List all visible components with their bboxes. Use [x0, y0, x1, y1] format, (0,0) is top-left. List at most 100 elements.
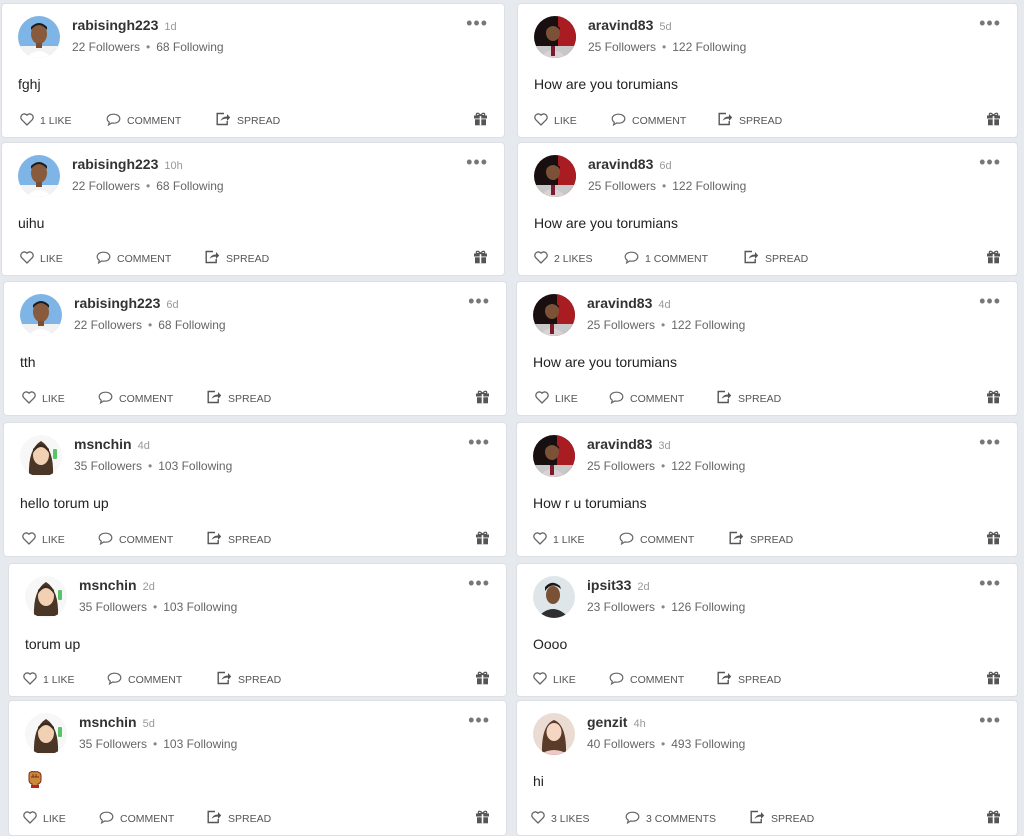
like-button[interactable]: 1 LIKE [23, 672, 75, 688]
following-count[interactable]: 103 Following [163, 737, 237, 751]
username-link[interactable]: msnchin [74, 436, 132, 452]
gift-icon[interactable] [986, 249, 1001, 267]
like-button[interactable]: 1 LIKE [533, 532, 585, 548]
username-link[interactable]: ipsit33 [587, 577, 631, 593]
followers-count[interactable]: 35 Followers [79, 600, 147, 614]
more-options-icon[interactable]: ••• [466, 153, 488, 171]
followers-count[interactable]: 35 Followers [79, 737, 147, 751]
comment-button[interactable]: COMMENT [611, 113, 686, 129]
more-options-icon[interactable]: ••• [979, 574, 1001, 592]
gift-icon[interactable] [986, 530, 1001, 548]
spread-button[interactable]: SPREAD [206, 810, 271, 827]
avatar[interactable] [18, 155, 60, 197]
comment-button[interactable]: COMMENT [609, 391, 684, 407]
followers-count[interactable]: 25 Followers [587, 459, 655, 473]
spread-button[interactable]: SPREAD [749, 810, 814, 827]
followers-count[interactable]: 25 Followers [587, 318, 655, 332]
avatar[interactable] [20, 294, 62, 336]
comment-button[interactable]: COMMENT [98, 391, 173, 407]
more-options-icon[interactable]: ••• [979, 711, 1001, 729]
username-link[interactable]: genzit [587, 714, 627, 730]
comment-button[interactable]: COMMENT [99, 811, 174, 827]
username-link[interactable]: msnchin [79, 714, 137, 730]
followers-count[interactable]: 22 Followers [72, 40, 140, 54]
following-count[interactable]: 122 Following [671, 459, 745, 473]
username-link[interactable]: aravind83 [587, 295, 652, 311]
comment-button[interactable]: COMMENT [107, 672, 182, 688]
following-count[interactable]: 68 Following [156, 179, 223, 193]
username-link[interactable]: aravind83 [588, 156, 653, 172]
gift-icon[interactable] [473, 249, 488, 267]
gift-icon[interactable] [475, 530, 490, 548]
gift-icon[interactable] [986, 670, 1001, 688]
comment-button[interactable]: COMMENT [96, 251, 171, 267]
avatar[interactable] [20, 435, 62, 477]
more-options-icon[interactable]: ••• [979, 292, 1001, 310]
avatar[interactable] [534, 155, 576, 197]
avatar[interactable] [533, 435, 575, 477]
comment-button[interactable]: 1 COMMENT [624, 251, 708, 267]
following-count[interactable]: 68 Following [158, 318, 225, 332]
gift-icon[interactable] [986, 111, 1001, 129]
like-button[interactable]: 1 LIKE [20, 113, 72, 129]
following-count[interactable]: 103 Following [158, 459, 232, 473]
more-options-icon[interactable]: ••• [979, 153, 1001, 171]
username-link[interactable]: rabisingh223 [72, 17, 158, 33]
followers-count[interactable]: 23 Followers [587, 600, 655, 614]
comment-button[interactable]: COMMENT [98, 532, 173, 548]
like-button[interactable]: 2 LIKES [534, 251, 593, 267]
like-button[interactable]: LIKE [535, 391, 578, 407]
avatar[interactable] [25, 713, 67, 755]
following-count[interactable]: 493 Following [671, 737, 745, 751]
following-count[interactable]: 126 Following [671, 600, 745, 614]
spread-button[interactable]: SPREAD [216, 671, 281, 688]
spread-button[interactable]: SPREAD [717, 112, 782, 129]
gift-icon[interactable] [475, 389, 490, 407]
more-options-icon[interactable]: ••• [468, 433, 490, 451]
like-button[interactable]: LIKE [22, 391, 65, 407]
following-count[interactable]: 103 Following [163, 600, 237, 614]
followers-count[interactable]: 40 Followers [587, 737, 655, 751]
spread-button[interactable]: SPREAD [206, 390, 271, 407]
followers-count[interactable]: 22 Followers [74, 318, 142, 332]
spread-button[interactable]: SPREAD [215, 112, 280, 129]
like-button[interactable]: 3 LIKES [531, 811, 590, 827]
following-count[interactable]: 122 Following [672, 40, 746, 54]
username-link[interactable]: rabisingh223 [74, 295, 160, 311]
gift-icon[interactable] [475, 809, 490, 827]
like-button[interactable]: LIKE [23, 811, 66, 827]
more-options-icon[interactable]: ••• [979, 14, 1001, 32]
spread-button[interactable]: SPREAD [743, 250, 808, 267]
comment-button[interactable]: COMMENT [106, 113, 181, 129]
spread-button[interactable]: SPREAD [728, 531, 793, 548]
like-button[interactable]: LIKE [533, 672, 576, 688]
spread-button[interactable]: SPREAD [716, 671, 781, 688]
gift-icon[interactable] [986, 809, 1001, 827]
username-link[interactable]: aravind83 [588, 17, 653, 33]
avatar[interactable] [533, 294, 575, 336]
username-link[interactable]: rabisingh223 [72, 156, 158, 172]
like-button[interactable]: LIKE [534, 113, 577, 129]
followers-count[interactable]: 25 Followers [588, 40, 656, 54]
more-options-icon[interactable]: ••• [466, 14, 488, 32]
following-count[interactable]: 122 Following [672, 179, 746, 193]
more-options-icon[interactable]: ••• [468, 292, 490, 310]
comment-button[interactable]: COMMENT [619, 532, 694, 548]
more-options-icon[interactable]: ••• [468, 574, 490, 592]
like-button[interactable]: LIKE [22, 532, 65, 548]
following-count[interactable]: 68 Following [156, 40, 223, 54]
gift-icon[interactable] [986, 389, 1001, 407]
spread-button[interactable]: SPREAD [204, 250, 269, 267]
username-link[interactable]: aravind83 [587, 436, 652, 452]
following-count[interactable]: 122 Following [671, 318, 745, 332]
like-button[interactable]: LIKE [20, 251, 63, 267]
more-options-icon[interactable]: ••• [468, 711, 490, 729]
avatar[interactable] [18, 16, 60, 58]
followers-count[interactable]: 25 Followers [588, 179, 656, 193]
followers-count[interactable]: 22 Followers [72, 179, 140, 193]
avatar[interactable] [25, 576, 67, 618]
avatar[interactable] [533, 713, 575, 755]
gift-icon[interactable] [475, 670, 490, 688]
avatar[interactable] [533, 576, 575, 618]
username-link[interactable]: msnchin [79, 577, 137, 593]
